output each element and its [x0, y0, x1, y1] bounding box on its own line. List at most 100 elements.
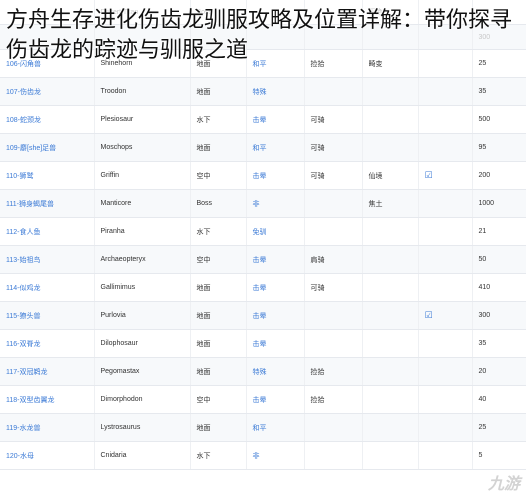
map-cell: 焦土: [362, 189, 419, 218]
ability-cell: 可骑: [304, 161, 363, 190]
habitat-cell: 水下: [190, 441, 247, 470]
checkbox-cell[interactable]: [418, 245, 473, 274]
checkbox-cell[interactable]: [418, 133, 473, 162]
english-name-cell: Pegomastax: [94, 357, 191, 386]
table-row: 107-伤齿龙 Troodon 地面 特殊 35: [0, 77, 526, 106]
checkbox-cell[interactable]: [418, 189, 473, 218]
map-cell: [362, 441, 419, 470]
table-row: 108-蛇颈龙 Plesiosaur 水下 击晕 可骑 500: [0, 105, 526, 134]
ability-cell: 可骑: [304, 133, 363, 162]
stat-value-cell: 5: [472, 441, 526, 470]
taming-method-cell[interactable]: 击晕: [246, 245, 305, 274]
english-name-cell: Piranha: [94, 217, 191, 246]
ability-cell: 可骑: [304, 105, 363, 134]
creature-name-cell[interactable]: 111-狮身蝎尾兽: [0, 189, 95, 218]
ability-cell: [304, 441, 363, 470]
taming-method-cell[interactable]: 特殊: [246, 357, 305, 386]
english-name-cell: Troodon: [94, 77, 191, 106]
taming-method-cell[interactable]: 非: [246, 189, 305, 218]
table-row: 116-双脊龙 Dilophosaur 地面 击晕 35: [0, 329, 526, 358]
taming-method-cell[interactable]: 非: [246, 441, 305, 470]
map-cell: [362, 133, 419, 162]
article-title: 方舟生存进化伤齿龙驯服攻略及位置详解：带你探寻伤齿龙的踪迹与驯服之道: [6, 8, 513, 63]
creature-name-cell[interactable]: 109-麝[she]足兽: [0, 133, 95, 162]
habitat-cell: 地面: [190, 413, 247, 442]
checkbox-cell[interactable]: [418, 273, 473, 302]
checkbox-cell[interactable]: [418, 105, 473, 134]
table-row: 115-獠头兽 Purlovia 地面 击晕 ☑ 300: [0, 301, 526, 330]
creature-name-cell[interactable]: 116-双脊龙: [0, 329, 95, 358]
checkbox-cell[interactable]: [418, 413, 473, 442]
checkbox-cell[interactable]: [418, 385, 473, 414]
taming-method-cell[interactable]: 免驯: [246, 217, 305, 246]
checkbox-cell[interactable]: ☑: [418, 161, 473, 190]
checkbox-cell[interactable]: [418, 441, 473, 470]
taming-method-cell[interactable]: 和平: [246, 413, 305, 442]
taming-method-cell[interactable]: 和平: [246, 133, 305, 162]
english-name-cell: Dilophosaur: [94, 329, 191, 358]
creature-name-cell[interactable]: 108-蛇颈龙: [0, 105, 95, 134]
creature-name-cell[interactable]: 107-伤齿龙: [0, 77, 95, 106]
stat-value-cell: 50: [472, 245, 526, 274]
creature-name-cell[interactable]: 112-食人鱼: [0, 217, 95, 246]
taming-method-cell[interactable]: 击晕: [246, 105, 305, 134]
english-name-cell: Lystrosaurus: [94, 413, 191, 442]
habitat-cell: 空中: [190, 385, 247, 414]
taming-method-cell[interactable]: 击晕: [246, 273, 305, 302]
stat-value-cell: 1000: [472, 189, 526, 218]
checkbox-cell[interactable]: [418, 329, 473, 358]
map-cell: [362, 413, 419, 442]
taming-method-cell[interactable]: 击晕: [246, 161, 305, 190]
ability-cell: [304, 77, 363, 106]
creature-name-cell[interactable]: 115-獠头兽: [0, 301, 95, 330]
creature-name-cell[interactable]: 110-狮鹫: [0, 161, 95, 190]
creature-name-cell[interactable]: 118-双型齿翼龙: [0, 385, 95, 414]
habitat-cell: 空中: [190, 161, 247, 190]
stat-value-cell: 40: [472, 385, 526, 414]
stat-value-cell: 21: [472, 217, 526, 246]
english-name-cell: Griffin: [94, 161, 191, 190]
taming-method-cell[interactable]: 击晕: [246, 301, 305, 330]
ability-cell: [304, 217, 363, 246]
english-name-cell: Plesiosaur: [94, 105, 191, 134]
map-cell: [362, 217, 419, 246]
checkbox-cell[interactable]: [418, 357, 473, 386]
habitat-cell: 地面: [190, 329, 247, 358]
stat-value-cell: 35: [472, 77, 526, 106]
english-name-cell: Purlovia: [94, 301, 191, 330]
ability-cell: 可骑: [304, 273, 363, 302]
habitat-cell: 地面: [190, 273, 247, 302]
table-row: 113-始祖鸟 Archaeopteryx 空中 击晕 肩骑 50: [0, 245, 526, 274]
table-row: 119-水龙兽 Lystrosaurus 地面 和平 25: [0, 413, 526, 442]
ability-cell: [304, 413, 363, 442]
checkbox-cell[interactable]: [418, 77, 473, 106]
ability-cell: [304, 189, 363, 218]
english-name-cell: Cnidaria: [94, 441, 191, 470]
taming-method-cell[interactable]: 击晕: [246, 329, 305, 358]
taming-method-cell[interactable]: 特殊: [246, 77, 305, 106]
map-cell: [362, 385, 419, 414]
ability-cell: [304, 301, 363, 330]
creature-name-cell[interactable]: 120-水母: [0, 441, 95, 470]
creature-table-container: Desert Titan Boss 灭绝 300 106-闪角兽 Shinehorn 地面和…: [0, 0, 526, 470]
habitat-cell: 地面: [190, 77, 247, 106]
table-row: 120-水母 Cnidaria 水下非 5: [0, 441, 526, 470]
stat-value-cell: 200: [472, 161, 526, 190]
watermark-logo: 九游: [487, 474, 520, 493]
english-name-cell: Moschops: [94, 133, 191, 162]
table-row: 114-似鸡龙 Gallimimus 地面 击晕 可骑 410: [0, 273, 526, 302]
creature-name-cell[interactable]: 113-始祖鸟: [0, 245, 95, 274]
table-row: 109-麝[she]足兽 Moschops 地面 和平 可骑 95: [0, 133, 526, 162]
creature-name-cell[interactable]: 114-似鸡龙: [0, 273, 95, 302]
checkbox-cell[interactable]: ☑: [418, 301, 473, 330]
table-row: 118-双型齿翼龙 Dimorphodon 空中 击晕 捡拾 40: [0, 385, 526, 414]
taming-method-cell[interactable]: 击晕: [246, 385, 305, 414]
ability-cell: 捡拾: [304, 385, 363, 414]
habitat-cell: 地面: [190, 133, 247, 162]
creature-name-cell[interactable]: 117-双冠鹈龙: [0, 357, 95, 386]
stat-value-cell: 300: [472, 301, 526, 330]
creature-table: Desert Titan Boss 灭绝 300 106-闪角兽 Shinehorn 地面和…: [0, 0, 526, 470]
creature-name-cell[interactable]: 119-水龙兽: [0, 413, 95, 442]
habitat-cell: 水下: [190, 217, 247, 246]
checkbox-cell[interactable]: [418, 217, 473, 246]
